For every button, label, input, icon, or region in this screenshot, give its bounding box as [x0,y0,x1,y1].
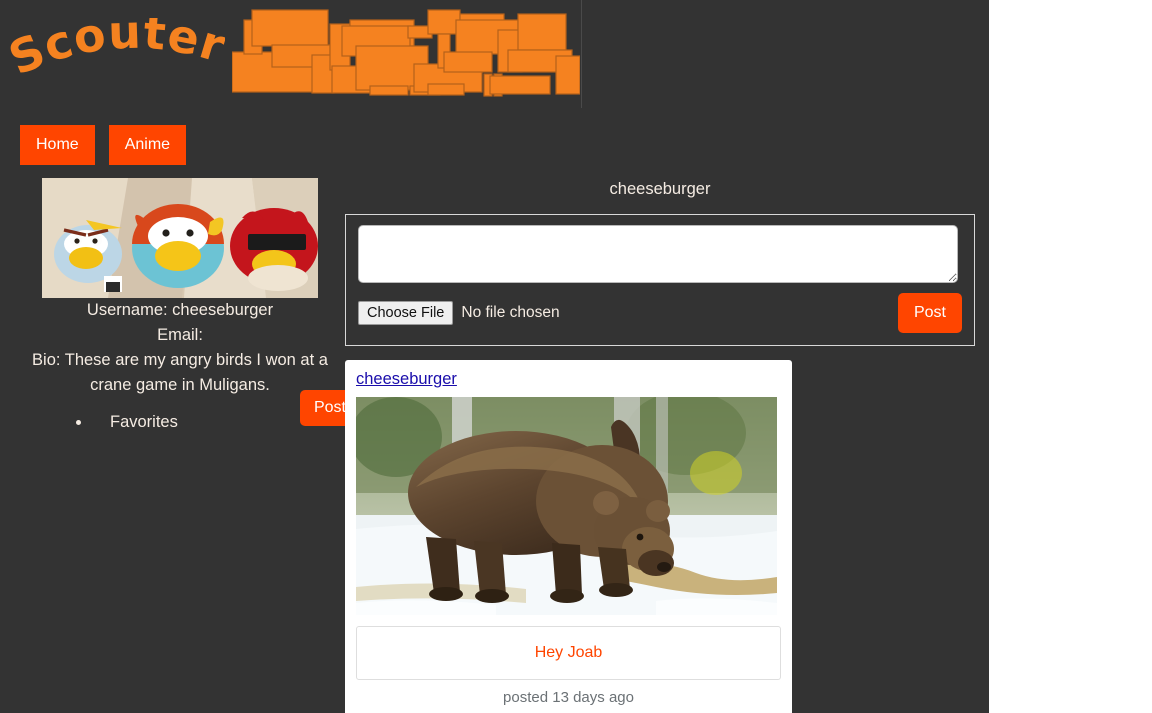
scouter-logo-icon: Scouter [10,18,225,86]
composer-controls: Choose File No file chosen Post [358,293,962,333]
post-composer: Choose File No file chosen Post [345,214,975,346]
post-caption-box: Hey Joab [356,626,781,680]
favorites-list: Favorites [20,410,340,434]
post-image [356,397,777,615]
profile-email: Email: [157,326,203,344]
composer-title: cheeseburger [609,180,711,198]
scouter-logo[interactable]: Scouter [10,18,225,90]
post-caption: Hey Joab [534,644,603,661]
svg-text:Scouter: Scouter [10,18,225,86]
header-divider [581,0,582,108]
profile-username: Username: cheeseburger [86,301,274,319]
avatar [42,178,318,298]
rectangle-mosaic-icon [232,9,580,97]
main-column: cheeseburger Choose File No file chosen … [345,178,975,713]
favorites-row: Favorites Post [20,390,360,454]
angry-birds-plush-photo-icon [42,178,318,298]
nav-item-home[interactable]: Home [20,125,95,165]
profile-sidebar: Username: cheeseburger Email: Bio: These… [20,178,360,454]
main-nav: Home Anime [20,125,187,165]
file-upload-group: Choose File No file chosen [358,301,560,325]
post-feed: cheeseburger Hey Joab posted 13 days ago [345,360,975,713]
post-author-link[interactable]: cheeseburger [356,370,457,389]
post-card: cheeseburger Hey Joab posted 13 days ago [345,360,792,713]
site-header: Scouter [0,0,989,108]
nav-item-anime[interactable]: Anime [108,125,187,165]
profile-bio: Bio: These are my angry birds I won at a… [32,351,328,394]
choose-file-button[interactable]: Choose File [358,301,454,325]
composer-post-button[interactable]: Post [897,293,962,333]
post-timestamp: posted 13 days ago [503,689,634,706]
brown-bear-photo-icon [356,397,777,615]
post-text-input[interactable] [358,225,958,283]
app-page: Scouter [0,0,989,713]
file-status-label: No file chosen [461,304,560,321]
banner-collage-image [232,0,580,105]
